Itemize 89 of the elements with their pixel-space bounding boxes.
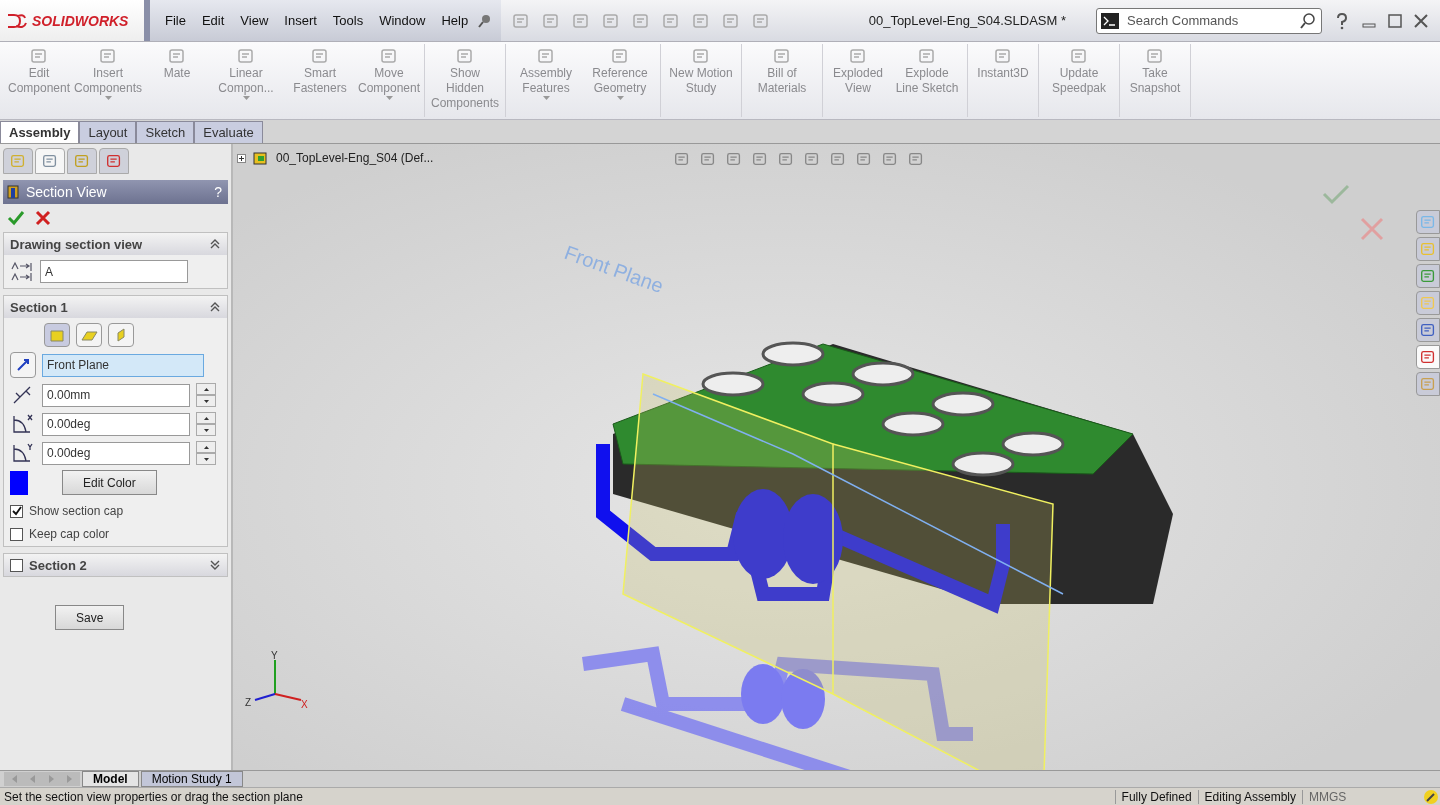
checkbox-label: Keep cap color xyxy=(29,527,110,541)
panel-tab[interactable] xyxy=(3,148,33,174)
spin-control[interactable] xyxy=(196,412,216,436)
menu-item[interactable]: View xyxy=(233,10,276,31)
plane-field[interactable]: Front Plane xyxy=(42,353,204,377)
group-header[interactable]: Section 2 xyxy=(4,554,227,576)
help-button[interactable]: ? xyxy=(214,184,222,200)
tab[interactable]: Evaluate xyxy=(194,121,263,143)
help-icon[interactable] xyxy=(1334,11,1350,30)
terminal-icon xyxy=(1101,12,1119,29)
group-header[interactable]: Drawing section view xyxy=(4,233,227,255)
plane-button[interactable] xyxy=(76,323,102,347)
accept-icon[interactable] xyxy=(1321,182,1351,206)
checkbox[interactable] xyxy=(10,558,23,572)
check-icon xyxy=(11,506,22,516)
spin-control[interactable] xyxy=(196,383,216,407)
flip-icon xyxy=(15,357,31,373)
panel-tab[interactable] xyxy=(67,148,97,174)
caret-icon xyxy=(242,96,250,100)
close-icon[interactable] xyxy=(1414,13,1428,28)
down-arrow-icon xyxy=(203,428,209,432)
search-box[interactable]: Search Commands xyxy=(1096,7,1322,34)
status-message: Set the section view properties or drag the section plane xyxy=(3,789,304,804)
group-header[interactable]: Section 1 xyxy=(4,296,227,318)
caret-icon xyxy=(542,96,550,100)
task-pane-tab[interactable] xyxy=(1416,345,1440,369)
plane-button[interactable] xyxy=(108,323,134,347)
checkbox-label: Show section cap xyxy=(29,504,124,518)
plane-button[interactable] xyxy=(44,323,70,347)
menu-item[interactable]: File xyxy=(158,10,193,31)
value-field[interactable]: 0.00mm xyxy=(42,383,190,407)
save-button[interactable]: Save xyxy=(55,605,125,630)
menu-item[interactable]: Window xyxy=(372,10,433,31)
up-arrow-icon xyxy=(203,387,209,391)
edit-color-button[interactable]: Edit Color xyxy=(62,470,157,495)
task-pane-tab[interactable] xyxy=(1416,264,1440,288)
section-plane-label: Front Plane xyxy=(559,226,719,316)
tab[interactable]: Sketch xyxy=(136,121,195,143)
checkbox[interactable] xyxy=(10,504,23,518)
status-cell: MMGS xyxy=(1302,789,1422,804)
search-icon[interactable] xyxy=(1299,11,1317,30)
label-icon xyxy=(10,260,34,283)
axis-triad-drawing: Y Z X xyxy=(243,650,313,714)
navigation-arrows-icon[interactable] xyxy=(4,772,80,786)
group-title: Drawing section view xyxy=(10,236,143,252)
tab[interactable]: Assembly xyxy=(0,121,80,143)
document-title: 00_TopLevel-Eng_S04.SLDASM * xyxy=(868,13,1066,28)
up-arrow-icon xyxy=(203,416,209,420)
group-title: Section 2 xyxy=(29,557,87,573)
status-cell: Fully Defined xyxy=(1114,789,1198,804)
tree-root-label[interactable]: 00_TopLevel-Eng_S04 (Def... xyxy=(276,151,434,165)
down-arrow-icon xyxy=(203,457,209,461)
value-field[interactable]: 0.00deg xyxy=(42,412,190,436)
menu-item[interactable]: Tools xyxy=(325,10,371,31)
flip-button[interactable] xyxy=(10,352,36,378)
menu-item[interactable]: Insert xyxy=(277,10,324,31)
ok-icon[interactable] xyxy=(7,210,25,226)
spin-control[interactable] xyxy=(196,441,216,465)
cancel-icon[interactable] xyxy=(35,210,51,226)
logo-icon xyxy=(6,11,28,30)
panel-tab[interactable] xyxy=(99,148,129,174)
down-arrow-icon xyxy=(203,399,209,403)
label-field[interactable]: A xyxy=(40,260,188,283)
maximize-icon[interactable] xyxy=(1388,13,1402,28)
caret-icon xyxy=(104,96,112,100)
group-title: Section 1 xyxy=(10,299,68,315)
panel-title: Section View xyxy=(26,184,107,200)
expand-icon[interactable] xyxy=(237,153,246,163)
up-arrow-icon xyxy=(203,445,209,449)
expand-icon[interactable] xyxy=(209,559,221,571)
status-cell: Editing Assembly xyxy=(1197,789,1302,804)
menu-item[interactable]: Edit xyxy=(194,10,232,31)
tab[interactable]: Model xyxy=(82,771,139,787)
menu-item[interactable]: Help xyxy=(434,10,476,31)
panel-tab[interactable] xyxy=(35,148,65,174)
reject-icon[interactable] xyxy=(1359,216,1385,242)
caret-icon xyxy=(385,96,393,100)
checkbox[interactable] xyxy=(10,527,23,541)
brand-name: SOLIDWORKS xyxy=(32,12,129,29)
assembly-icon xyxy=(252,150,270,166)
pencil-icon[interactable] xyxy=(1422,788,1440,805)
caret-icon xyxy=(616,96,624,100)
collapse-icon[interactable] xyxy=(209,301,221,313)
color-swatch[interactable] xyxy=(10,470,28,495)
tab[interactable]: Motion Study 1 xyxy=(140,771,243,787)
value-field[interactable]: 0.00deg xyxy=(42,441,190,465)
collapse-icon[interactable] xyxy=(209,238,221,250)
tab[interactable]: Layout xyxy=(79,121,137,143)
task-pane-tab[interactable] xyxy=(1416,318,1440,342)
